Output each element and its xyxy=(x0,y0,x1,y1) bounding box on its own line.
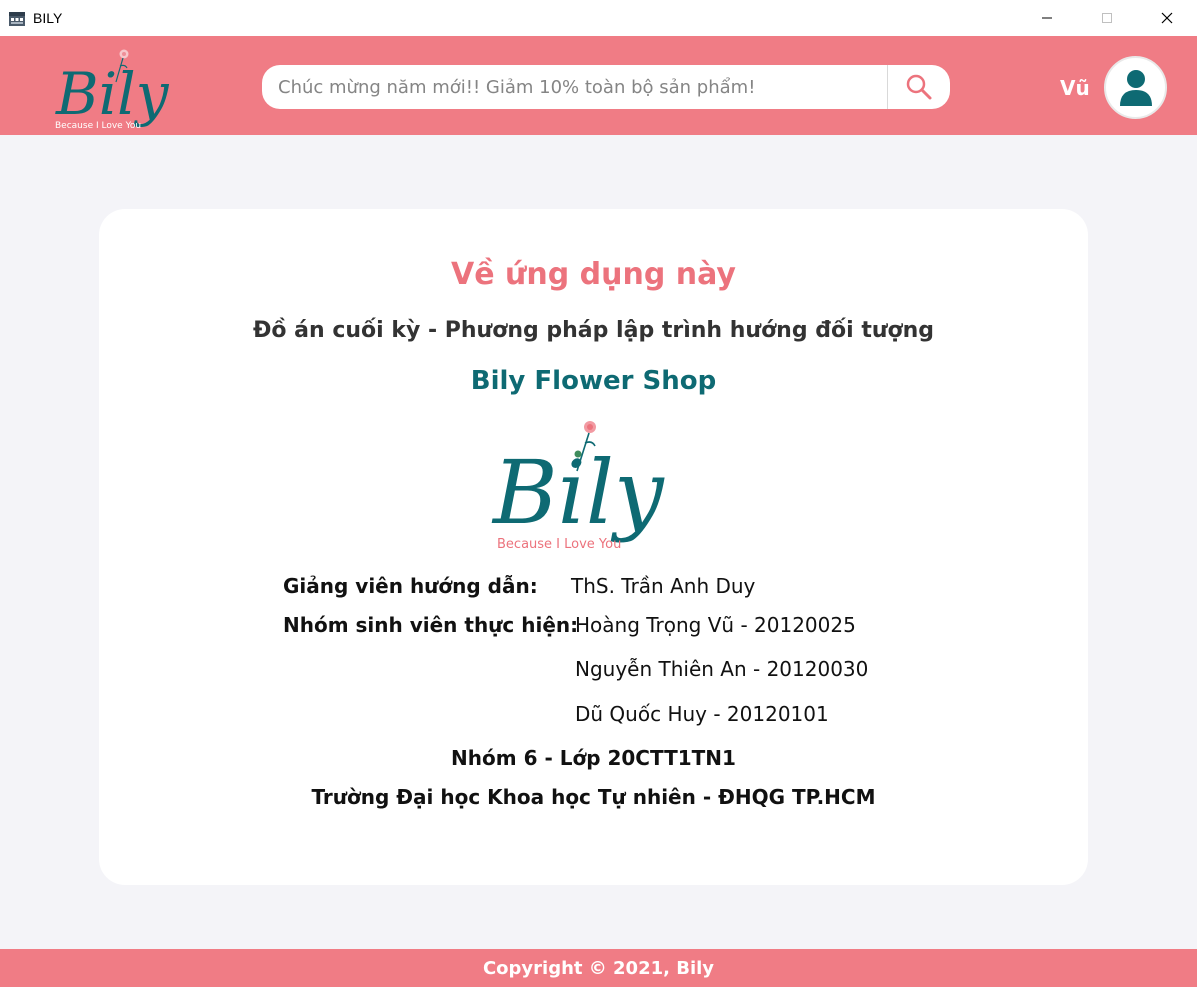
logo-wordmark: Bily xyxy=(55,60,170,128)
group-class: Nhóm 6 - Lớp 20CTT1TN1 xyxy=(451,746,736,770)
search-input[interactable] xyxy=(278,65,878,109)
bily-logo-large: Bily Because I Love You xyxy=(491,421,665,549)
app-header: Bily Because I Love You Vũ xyxy=(0,36,1197,135)
search-box xyxy=(262,65,950,109)
user-icon xyxy=(1119,69,1152,106)
search-button[interactable] xyxy=(888,65,950,109)
window-controls xyxy=(1017,0,1197,36)
close-icon xyxy=(1161,12,1173,24)
shop-name: Bily Flower Shop xyxy=(470,366,717,396)
bily-logo[interactable]: Bily Because I Love You xyxy=(50,42,200,130)
copyright-text: Copyright © 2021, Bily xyxy=(482,957,715,979)
logo-tagline-large: Because I Love You xyxy=(497,537,621,549)
instructor-label: Giảng viên hướng dẫn: xyxy=(283,574,538,598)
about-card: Về ứng dụng này Đồ án cuối kỳ - Phương p… xyxy=(99,209,1088,885)
logo-wordmark-large: Bily xyxy=(491,441,665,544)
app-footer: Copyright © 2021, Bily xyxy=(0,949,1197,987)
logo-tagline: Because I Love You xyxy=(55,121,141,130)
about-subtitle: Đồ án cuối kỳ - Phương pháp lập trình hư… xyxy=(252,318,935,343)
avatar-button[interactable] xyxy=(1104,56,1167,119)
minimize-button[interactable] xyxy=(1017,0,1077,36)
search-icon xyxy=(906,74,932,100)
user-name[interactable]: Vũ xyxy=(1060,76,1090,100)
about-title: Về ứng dụng này xyxy=(451,257,736,292)
student-item: Dũ Quốc Huy - 20120101 xyxy=(575,702,829,726)
app-icon xyxy=(9,11,25,26)
minimize-icon xyxy=(1042,17,1052,19)
window-title: BILY xyxy=(33,10,63,26)
maximize-icon xyxy=(1102,13,1112,23)
maximize-button[interactable] xyxy=(1077,0,1137,36)
university: Trường Đại học Khoa học Tự nhiên - ĐHQG … xyxy=(311,785,876,809)
instructor-name: ThS. Trần Anh Duy xyxy=(571,574,756,598)
close-button[interactable] xyxy=(1137,0,1197,36)
student-item: Nguyễn Thiên An - 20120030 xyxy=(575,657,869,681)
student-item: Hoàng Trọng Vũ - 20120025 xyxy=(575,613,856,637)
window-titlebar: BILY xyxy=(0,0,1197,36)
students-label: Nhóm sinh viên thực hiện: xyxy=(283,613,579,637)
